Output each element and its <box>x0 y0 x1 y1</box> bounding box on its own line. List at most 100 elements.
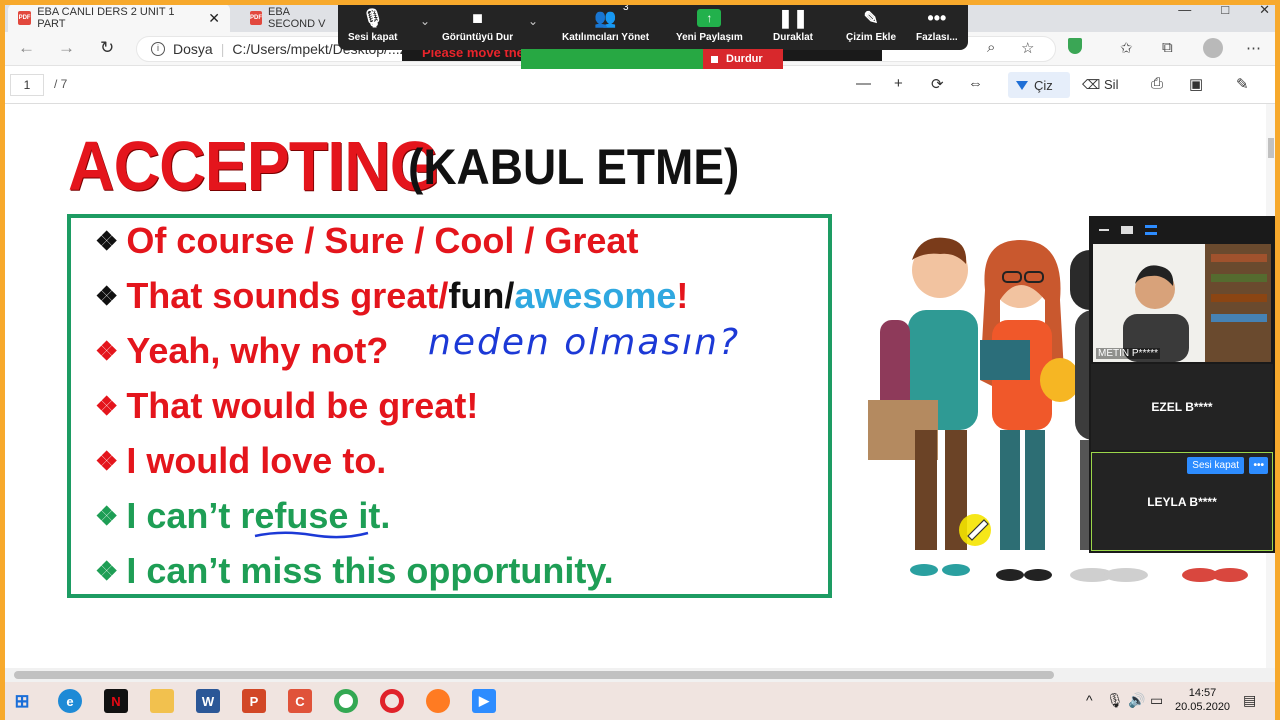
favorites-icon[interactable]: ✩ <box>1120 39 1133 57</box>
phrase-text: I would love to. <box>126 440 387 481</box>
bullet-diamond-icon: ❖ <box>95 500 119 531</box>
stop-icon <box>711 55 718 63</box>
zoom-search-icon[interactable]: ⌕ <box>987 39 995 56</box>
print-icon[interactable]: ⎙ <box>1151 75 1163 92</box>
participant-more-button[interactable]: ••• <box>1249 457 1268 474</box>
draw-button[interactable]: Çiz <box>1008 72 1070 98</box>
collections-icon[interactable]: ⧉ <box>1162 39 1173 56</box>
more-icon: ••• <box>927 7 947 28</box>
close-window-button[interactable]: ✕ <box>1259 2 1270 18</box>
windows-start-icon[interactable]: ⊞ <box>10 689 34 713</box>
pin-icon[interactable]: ✎ <box>1236 75 1249 93</box>
notifications-icon[interactable]: ▤ <box>1243 692 1256 709</box>
save-icon[interactable]: ▣ <box>1189 75 1203 93</box>
pause-share-button[interactable]: ❚❚ Duraklat <box>773 4 814 44</box>
maximize-button[interactable]: □ <box>1221 2 1229 18</box>
more-button[interactable]: ••• Fazlası... <box>916 4 958 44</box>
participants-icon: 👥 <box>594 7 617 28</box>
powerpoint-icon[interactable]: P <box>242 689 266 713</box>
network-icon[interactable]: ▭ <box>1150 692 1163 709</box>
rotate-icon[interactable]: ⟳ <box>931 75 944 93</box>
slide-title-sub: (KABUL ETME) <box>408 139 740 195</box>
phrase-line: ❖ That would be great! <box>95 385 478 427</box>
mute-label: Sesi kapat <box>348 32 398 43</box>
tab-label: EBA CANLI DERS 2 UNIT 1 PART <box>37 6 175 30</box>
annotate-label: Çizim Ekle <box>846 32 897 43</box>
bullet-diamond-icon: ❖ <box>95 445 119 476</box>
refresh-icon[interactable]: ↻ <box>100 38 114 58</box>
horizontal-scrollbar[interactable] <box>0 668 1275 682</box>
tab-eba-second[interactable]: PDF EBA SECOND V <box>240 4 340 32</box>
manage-participants-button[interactable]: 👥 Katılımcıları Yönet <box>562 4 649 44</box>
eraser-icon: ⌫ <box>1082 77 1101 92</box>
phrase-line: ❖ Of course / Sure / Cool / Great <box>95 220 638 262</box>
microphone-tray-icon[interactable]: 🎙 <box>1106 692 1124 709</box>
shield-icon[interactable] <box>1068 38 1082 54</box>
new-share-label: Yeni Paylaşım <box>676 32 743 43</box>
participant-video[interactable]: METIN P***** <box>1093 244 1271 362</box>
annotate-button[interactable]: ✎ Çizim Ekle <box>846 4 897 44</box>
phrase-text: That sounds great/ <box>126 275 449 316</box>
fit-page-icon[interactable]: ⇔ <box>968 75 983 92</box>
firefox-icon[interactable] <box>426 689 450 713</box>
word-icon[interactable]: W <box>196 689 220 713</box>
participant-tile-active[interactable]: Sesi kapat ••• LEYLA B**** <box>1091 452 1273 551</box>
phrase-text: I can’t miss this opportunity. <box>126 550 614 591</box>
settings-more-icon[interactable]: ⋯ <box>1246 39 1261 57</box>
slide-title: ACCEPTING (KABUL ETME) <box>68 126 739 206</box>
video-options-caret-icon[interactable]: ⌄ <box>528 14 538 28</box>
bullet-diamond-icon: ❖ <box>95 555 119 586</box>
minimize-button[interactable]: — <box>1178 2 1191 18</box>
scroll-thumb[interactable] <box>1268 138 1274 158</box>
edge-browser-icon[interactable]: e <box>58 689 82 713</box>
app-icon[interactable]: C <box>288 689 312 713</box>
phrase-text: ! <box>676 275 689 316</box>
tab-eba-canli-ders[interactable]: PDF EBA CANLI DERS 2 UNIT 1 PART ✕ <box>8 4 230 32</box>
phrase-text: fun/ <box>448 275 515 316</box>
tray-chevron-icon[interactable]: ^ <box>1086 692 1093 708</box>
microphone-icon: 🎙 <box>361 7 385 28</box>
pause-label: Duraklat <box>773 32 814 43</box>
chrome-icon[interactable] <box>334 689 358 713</box>
profile-avatar-icon[interactable] <box>1203 38 1223 58</box>
stop-share-button[interactable]: Durdur <box>703 49 783 69</box>
url-separator: | <box>220 41 225 57</box>
file-explorer-icon[interactable] <box>150 689 174 713</box>
windows-taskbar: ⊞ e N W P C ▶ ^ 🎙 🔊 ▭ 14:57 20.05.2020 ▤ <box>0 682 1280 720</box>
participant-count: 3 <box>623 2 629 13</box>
erase-button[interactable]: ⌫ Sil <box>1082 77 1118 93</box>
scroll-thumb[interactable] <box>14 671 1054 679</box>
participant-name: LEYLA B**** <box>1147 494 1217 509</box>
thumbnail-view-icon[interactable] <box>1121 226 1133 234</box>
phrase-text: Of course / Sure / Cool / Great <box>126 220 639 261</box>
handwritten-annotation: neden olmasın? <box>428 322 741 363</box>
forward-arrow-icon[interactable]: → <box>58 38 75 58</box>
panel-header <box>1089 216 1275 244</box>
system-clock[interactable]: 14:57 20.05.2020 <box>1175 686 1230 714</box>
url-scheme-label: Dosya <box>173 41 213 57</box>
new-share-button[interactable]: ↑ Yeni Paylaşım <box>676 4 743 43</box>
zoom-app-icon[interactable]: ▶ <box>472 689 496 713</box>
zoom-in-icon[interactable]: + <box>894 75 903 92</box>
info-icon[interactable]: i <box>151 42 165 56</box>
mute-button[interactable]: 🎙 Sesi kapat <box>348 4 398 44</box>
audio-options-caret-icon[interactable]: ⌄ <box>420 14 430 28</box>
participant-mute-button[interactable]: Sesi kapat <box>1187 457 1244 474</box>
window-controls: — □ ✕ <box>1178 2 1270 18</box>
back-arrow-icon[interactable]: ← <box>18 38 35 58</box>
opera-icon[interactable] <box>380 689 404 713</box>
video-feed <box>1093 244 1271 362</box>
bullet-diamond-icon: ❖ <box>95 280 119 311</box>
volume-icon[interactable]: 🔊 <box>1128 692 1145 709</box>
netflix-icon[interactable]: N <box>104 689 128 713</box>
close-tab-icon[interactable]: ✕ <box>208 10 220 27</box>
page-number-input[interactable]: 1 <box>10 74 44 96</box>
zoom-out-icon[interactable]: — <box>856 75 871 92</box>
pdf-toolbar: 1 / 7 — + ⟳ ⇔ Çiz ⌫ Sil ⎙ ▣ ✎ <box>0 66 1280 104</box>
minimize-panel-icon[interactable] <box>1099 229 1109 231</box>
strip-view-icon[interactable] <box>1145 225 1157 235</box>
handwritten-underline <box>254 531 369 539</box>
favorite-star-icon[interactable]: ☆ <box>1021 39 1034 57</box>
participant-tile[interactable]: EZEL B**** <box>1091 364 1273 450</box>
stop-video-button[interactable]: ■ Görüntüyü Dur <box>442 4 513 44</box>
